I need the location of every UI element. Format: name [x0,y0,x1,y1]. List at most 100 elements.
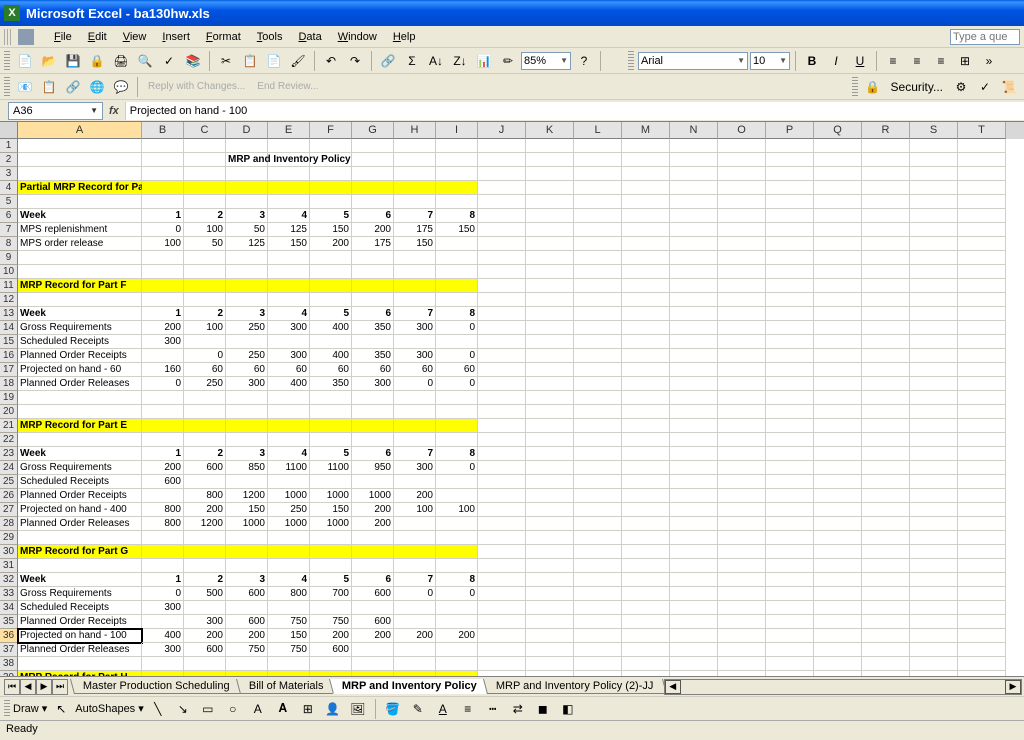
cell[interactable] [862,181,910,195]
cell[interactable] [18,195,142,209]
cell[interactable] [310,433,352,447]
cell[interactable]: 750 [226,643,268,657]
cell[interactable] [670,671,718,676]
cell[interactable] [910,545,958,559]
autosum-button[interactable]: Σ [401,50,423,72]
cell[interactable] [718,461,766,475]
cell[interactable] [622,657,670,671]
cell[interactable] [670,223,718,237]
sign-icon[interactable]: ✓ [974,76,996,98]
cell[interactable] [862,447,910,461]
cell[interactable]: Planned Order Receipts [18,615,142,629]
cell[interactable] [622,167,670,181]
align-center-button[interactable]: ≡ [906,50,928,72]
horizontal-scrollbar[interactable]: ◀ ▶ [664,679,1022,695]
cell[interactable] [394,167,436,181]
oval-button[interactable]: ○ [222,698,244,720]
cell[interactable] [622,223,670,237]
cell[interactable] [910,349,958,363]
cell[interactable] [766,363,814,377]
cell[interactable]: Projected on hand - 100 [18,629,142,643]
cell[interactable] [622,363,670,377]
cell[interactable] [574,671,622,676]
sheet-tab[interactable]: Bill of Materials [236,679,337,694]
cell[interactable] [478,601,526,615]
cell[interactable]: 1100 [268,461,310,475]
cell[interactable] [226,251,268,265]
menu-data[interactable]: Data [290,29,329,45]
cell[interactable]: 600 [184,643,226,657]
copy-button[interactable]: 📋 [239,50,261,72]
cell[interactable] [622,475,670,489]
cell[interactable] [814,265,862,279]
cell[interactable] [436,181,478,195]
line-button[interactable]: ╲ [147,698,169,720]
cell[interactable] [862,475,910,489]
cell[interactable] [394,615,436,629]
cell[interactable] [394,433,436,447]
sort-asc-button[interactable]: A↓ [425,50,447,72]
row-header[interactable]: 2 [0,153,18,167]
menu-tools[interactable]: Tools [249,29,291,45]
more-button[interactable]: » [978,50,1000,72]
picture-button[interactable]: 🖼 [347,698,369,720]
zoom-combo[interactable]: 85%▼ [521,52,571,70]
cell[interactable] [910,251,958,265]
cell[interactable]: 6 [352,447,394,461]
cell[interactable]: 0 [436,377,478,391]
cell[interactable] [436,167,478,181]
menu-view[interactable]: View [115,29,155,45]
cell[interactable] [670,573,718,587]
cell[interactable] [226,181,268,195]
cell[interactable] [622,559,670,573]
redo-button[interactable]: ↷ [344,50,366,72]
cell[interactable] [910,293,958,307]
font-color-button[interactable]: A [432,698,454,720]
cell[interactable] [526,195,574,209]
cell[interactable] [814,587,862,601]
cell[interactable]: 150 [310,223,352,237]
cell[interactable] [574,419,622,433]
cell[interactable] [184,657,226,671]
cell[interactable] [958,377,1006,391]
cell[interactable]: 8 [436,307,478,321]
cell[interactable] [958,405,1006,419]
cell[interactable] [958,503,1006,517]
cell[interactable] [478,335,526,349]
cell[interactable] [352,195,394,209]
cell[interactable] [478,153,526,167]
cell[interactable] [670,167,718,181]
cell[interactable] [352,475,394,489]
cell[interactable] [142,615,184,629]
cell[interactable] [142,559,184,573]
cell[interactable] [814,307,862,321]
cell[interactable]: 200 [436,629,478,643]
cell[interactable] [18,405,142,419]
spell-button[interactable]: ✓ [158,50,180,72]
cell[interactable] [670,601,718,615]
cell[interactable] [718,321,766,335]
cell[interactable] [478,377,526,391]
cell[interactable]: 1 [142,573,184,587]
cell[interactable] [958,195,1006,209]
cell[interactable] [526,559,574,573]
cell[interactable] [18,559,142,573]
cell[interactable] [766,335,814,349]
row-header[interactable]: 7 [0,223,18,237]
cell[interactable] [526,489,574,503]
row-header[interactable]: 15 [0,335,18,349]
col-header-Q[interactable]: Q [814,122,862,139]
cell[interactable] [766,503,814,517]
cell[interactable]: 175 [394,223,436,237]
cell[interactable] [526,335,574,349]
cell[interactable] [436,601,478,615]
cell[interactable] [226,433,268,447]
cell[interactable]: 850 [226,461,268,475]
row-header[interactable]: 30 [0,545,18,559]
cell[interactable]: Planned Order Releases [18,643,142,657]
cell[interactable] [574,629,622,643]
cell[interactable]: 800 [142,517,184,531]
macro-icon[interactable]: ⚙ [950,76,972,98]
cell[interactable] [622,265,670,279]
cell[interactable] [478,209,526,223]
